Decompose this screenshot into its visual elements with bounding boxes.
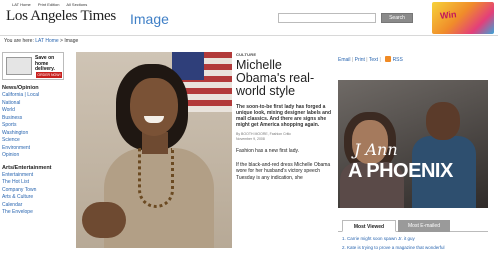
top-link-sections[interactable]: All Sections (66, 2, 87, 7)
promo-script-text: J Ann (354, 140, 398, 159)
promo-title: A PHOENIX (348, 160, 453, 182)
order-now-button[interactable]: ORDER NOW! (36, 72, 62, 78)
most-viewed-item[interactable]: 2. Kate is trying to prove a magazine th… (342, 245, 445, 250)
photo-arm (82, 202, 126, 238)
sidebar-item-arts-culture[interactable]: Arts & Culture (2, 194, 72, 202)
article-paragraph-1: Fashion has a new first lady. (236, 148, 299, 154)
sidebar: Save on home delivery. ORDER NOW! News/O… (2, 52, 72, 254)
sidebar-item-world[interactable]: World (2, 107, 72, 115)
sidebar-item-opinion[interactable]: Opinion (2, 152, 72, 160)
article-paragraph-2: If the black-and-red dress Michelle Obam… (236, 161, 331, 181)
news-heading: News/Opinion (2, 85, 39, 91)
sidebar-item-business[interactable]: Business (2, 115, 72, 123)
breadcrumb-home[interactable]: LAT Home (35, 38, 58, 44)
arts-heading: Arts/Entertainment (2, 164, 52, 171)
article-byline: By BOOTH MOORE, Fashion Critic November … (236, 132, 292, 141)
top-links: LAT Home Print Edition All Sections (12, 2, 93, 7)
promo-photo[interactable]: J Ann A PHOENIX (338, 80, 488, 208)
breadcrumb-current: Image (64, 38, 79, 44)
most-viewed-tabs: Most Viewed Most E-mailed (338, 220, 488, 232)
print-link[interactable]: Print (355, 57, 365, 63)
newspaper-icon (6, 57, 32, 75)
article-tools: Email | Print | Text | RSS (338, 56, 403, 63)
sidebar-item-hot-list[interactable]: The Hot List (2, 179, 72, 187)
tab-most-emailed[interactable]: Most E-mailed (398, 220, 450, 232)
rss-link[interactable]: RSS (393, 57, 403, 63)
sidebar-item-science[interactable]: Science (2, 137, 72, 145)
sidebar-item-national[interactable]: National (2, 100, 72, 108)
search-button[interactable]: Search (381, 13, 413, 23)
promo-figure-right-head (426, 102, 460, 140)
top-link-home[interactable]: LAT Home (12, 2, 31, 7)
article-headline: Michelle Obama's real-world style (236, 58, 315, 98)
section-title: Image (130, 11, 169, 27)
top-link-print[interactable]: Print Edition (38, 2, 60, 7)
site-logo[interactable]: Los Angeles Times (6, 8, 116, 25)
article-dek: The soon-to-be first lady has forged a u… (236, 104, 332, 128)
delivery-text: Save on home delivery. (35, 55, 55, 72)
tab-most-viewed[interactable]: Most Viewed (342, 220, 396, 232)
email-link[interactable]: Email (338, 57, 351, 63)
sidebar-item-envelope[interactable]: The Envelope (2, 209, 72, 217)
rss-icon[interactable] (385, 56, 392, 62)
text-size-link[interactable]: Text (369, 57, 378, 63)
article: CULTURE Michelle Obama's real-world styl… (236, 52, 332, 254)
site-header: LAT Home Print Edition All Sections Los … (0, 0, 498, 36)
sidebar-item-environment[interactable]: Environment (2, 145, 72, 153)
breadcrumb-prefix: You are here: (4, 38, 34, 44)
breadcrumb: You are here: LAT Home > Image (4, 38, 79, 44)
search-input[interactable] (278, 13, 376, 23)
photo-necklace (138, 148, 174, 208)
sidebar-item-sports[interactable]: Sports (2, 122, 72, 130)
hero-photo[interactable] (76, 52, 232, 248)
sidebar-item-washington[interactable]: Washington (2, 130, 72, 138)
sidebar-item-entertainment[interactable]: Entertainment (2, 172, 72, 180)
home-delivery-ad[interactable]: Save on home delivery. ORDER NOW! (2, 52, 64, 80)
sidebar-item-company-town[interactable]: Company Town (2, 187, 72, 195)
article-kicker: CULTURE (236, 52, 257, 57)
photo-face (130, 78, 178, 136)
sidebar-item-california[interactable]: California | Local (2, 92, 72, 100)
promo-banner[interactable]: Win (432, 2, 494, 34)
sidebar-item-calendar[interactable]: Calendar (2, 202, 72, 210)
promo-banner-text: Win (439, 9, 457, 21)
most-viewed-item[interactable]: 1. Carrie might soon spawn Jr. it guy (342, 236, 415, 241)
